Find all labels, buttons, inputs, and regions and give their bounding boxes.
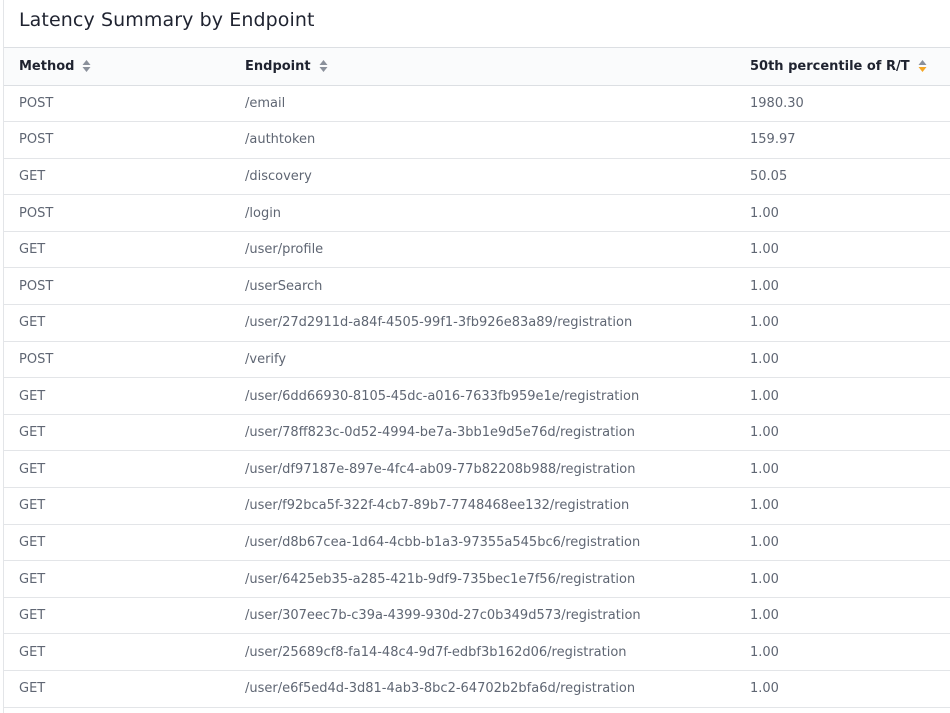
column-header-endpoint[interactable]: Endpoint	[230, 48, 735, 86]
table-row[interactable]: GET/user/6425eb35-a285-421b-9df9-735bec1…	[4, 560, 950, 598]
method-cell: GET	[4, 377, 230, 415]
endpoint-cell: /email	[230, 85, 735, 123]
table-row[interactable]: GET/user/25689cf8-fa14-48c4-9d7f-edbf3b1…	[4, 633, 950, 671]
table-row[interactable]: GET/user/f92bca5f-322f-4cb7-89b7-7748468…	[4, 487, 950, 525]
table-row[interactable]: POST/userSearch 1.00	[4, 267, 950, 306]
p50-cell: 1.00	[735, 633, 950, 671]
table-row[interactable]: GET/user/78ff823c-0d52-4994-be7a-3bb1e9d…	[4, 414, 950, 452]
table-header: Method Endpoint 50th percentile of R/T	[4, 48, 950, 86]
p50-cell: 1.00	[735, 231, 950, 269]
table-row[interactable]: POST/verify 1.00	[4, 341, 950, 379]
table-row[interactable]: GET/user/profile 1.00	[4, 231, 950, 269]
sort-desc-active-icon[interactable]	[918, 59, 927, 73]
method-cell: GET	[4, 304, 230, 342]
sort-both-icon[interactable]	[319, 59, 328, 73]
p50-cell: 1.00	[735, 414, 950, 452]
p50-cell: 159.97	[735, 121, 950, 159]
endpoint-cell: /user/25689cf8-fa14-48c4-9d7f-edbf3b162d…	[230, 633, 735, 671]
table-row[interactable]: GET/user/d8b67cea-1d64-4cbb-b1a3-97355a5…	[4, 524, 950, 562]
method-cell: POST	[4, 341, 230, 379]
p50-cell: 1.00	[735, 487, 950, 525]
endpoint-cell: /user/307eec7b-c39a-4399-930d-27c0b349d5…	[230, 597, 735, 635]
table-row[interactable]: POST/login 1.00	[4, 194, 950, 232]
method-cell: GET	[4, 560, 230, 598]
column-header-method[interactable]: Method	[4, 48, 230, 86]
endpoint-cell: /user/6425eb35-a285-421b-9df9-735bec1e7f…	[230, 560, 735, 598]
p50-cell: 50.05	[735, 158, 950, 196]
method-cell: GET	[4, 487, 230, 525]
method-cell: POST	[4, 85, 230, 123]
endpoint-cell: /authtoken	[230, 121, 735, 159]
method-cell: GET	[4, 450, 230, 489]
p50-cell: 1.00	[735, 560, 950, 598]
endpoint-cell: /user/78ff823c-0d52-4994-be7a-3bb1e9d5e7…	[230, 414, 735, 452]
table-row[interactable]: GET/user/6dd66930-8105-45dc-a016-7633fb9…	[4, 377, 950, 415]
p50-cell: 1.00	[735, 304, 950, 342]
table-row[interactable]: GET/user/df97187e-897e-4fc4-ab09-77b8220…	[4, 450, 950, 489]
p50-cell: 1980.30	[735, 85, 950, 123]
endpoint-cell: /user/e6f5ed4d-3d81-4ab3-8bc2-64702b2bfa…	[230, 670, 735, 708]
endpoint-cell: /login	[230, 194, 735, 232]
table-row[interactable]: GET/user/e6f5ed4d-3d81-4ab3-8bc2-64702b2…	[4, 670, 950, 708]
column-label-p50: 50th percentile of R/T	[750, 58, 910, 74]
method-cell: GET	[4, 524, 230, 562]
method-cell: POST	[4, 121, 230, 159]
endpoint-cell: /userSearch	[230, 267, 735, 306]
endpoint-cell: /user/df97187e-897e-4fc4-ab09-77b82208b9…	[230, 450, 735, 489]
table-row[interactable]: POST/authtoken 159.97	[4, 121, 950, 159]
latency-table: Method Endpoint 50th percentile of R/T P…	[4, 48, 950, 708]
column-header-p50[interactable]: 50th percentile of R/T	[735, 48, 950, 86]
endpoint-cell: /user/6dd66930-8105-45dc-a016-7633fb959e…	[230, 377, 735, 415]
p50-cell: 1.00	[735, 670, 950, 708]
column-label-endpoint: Endpoint	[245, 58, 311, 74]
method-cell: GET	[4, 670, 230, 708]
method-cell: POST	[4, 267, 230, 306]
panel-title: Latency Summary by Endpoint	[4, 0, 950, 48]
method-cell: GET	[4, 158, 230, 196]
latency-summary-panel: Latency Summary by Endpoint Method Endpo…	[3, 0, 950, 713]
p50-cell: 1.00	[735, 524, 950, 562]
p50-cell: 1.00	[735, 450, 950, 489]
p50-cell: 1.00	[735, 194, 950, 232]
p50-cell: 1.00	[735, 377, 950, 415]
method-cell: GET	[4, 414, 230, 452]
column-label-method: Method	[19, 58, 75, 74]
method-cell: POST	[4, 194, 230, 232]
p50-cell: 1.00	[735, 341, 950, 379]
table-body: POST/email 1980.30 POST/authtoken 159.97 GET…	[4, 85, 950, 708]
endpoint-cell: /user/profile	[230, 231, 735, 269]
p50-cell: 1.00	[735, 597, 950, 635]
endpoint-cell: /user/27d2911d-a84f-4505-99f1-3fb926e83a…	[230, 304, 735, 342]
endpoint-cell: /discovery	[230, 158, 735, 196]
table-row[interactable]: GET/user/307eec7b-c39a-4399-930d-27c0b34…	[4, 597, 950, 635]
method-cell: GET	[4, 231, 230, 269]
method-cell: GET	[4, 633, 230, 671]
table-row[interactable]: GET/discovery 50.05	[4, 158, 950, 196]
table-row[interactable]: GET/user/27d2911d-a84f-4505-99f1-3fb926e…	[4, 304, 950, 342]
method-cell: GET	[4, 597, 230, 635]
endpoint-cell: /user/d8b67cea-1d64-4cbb-b1a3-97355a545b…	[230, 524, 735, 562]
sort-both-icon[interactable]	[82, 59, 91, 73]
endpoint-cell: /verify	[230, 341, 735, 379]
table-row[interactable]: POST/email 1980.30	[4, 85, 950, 123]
p50-cell: 1.00	[735, 267, 950, 306]
endpoint-cell: /user/f92bca5f-322f-4cb7-89b7-7748468ee1…	[230, 487, 735, 525]
